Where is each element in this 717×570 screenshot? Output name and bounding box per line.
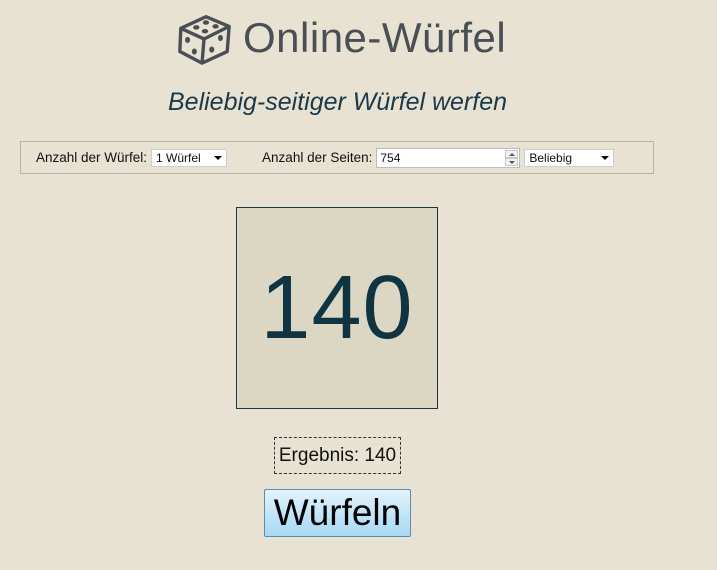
sides-count-input[interactable]: 754 (376, 147, 521, 168)
dice-type-select[interactable]: Beliebig (524, 148, 615, 167)
spin-down-icon[interactable] (505, 157, 519, 166)
dice-count-label: Anzahl der Würfel: (36, 150, 148, 165)
roll-button[interactable]: Würfeln (264, 489, 411, 537)
dice-icon (178, 15, 231, 65)
spin-up-icon[interactable] (505, 149, 519, 158)
sides-count-label: Anzahl der Seiten: (262, 150, 373, 165)
die-value: 140 (260, 257, 414, 358)
sides-count-value: 754 (380, 150, 401, 165)
sides-spinner (505, 149, 519, 166)
dice-type-value: Beliebig (529, 150, 573, 165)
chevron-down-icon (214, 155, 223, 160)
dice-count-select[interactable]: 1 Würfel (151, 148, 228, 167)
site-header: Online-Würfel (175, 8, 506, 68)
chevron-down-icon (601, 155, 610, 160)
die-face: 140 (236, 207, 438, 409)
settings-panel: Anzahl der Würfel: 1 Würfel Anzahl der S… (20, 141, 654, 174)
dice-count-value: 1 Würfel (156, 150, 201, 165)
page-subtitle: Beliebig-seitiger Würfel werfen (167, 88, 508, 116)
result-text: Ergebnis: 140 (274, 437, 401, 474)
page: Online-Würfel Beliebig-seitiger Würfel w… (0, 0, 717, 570)
site-title: Online-Würfel (243, 14, 507, 61)
